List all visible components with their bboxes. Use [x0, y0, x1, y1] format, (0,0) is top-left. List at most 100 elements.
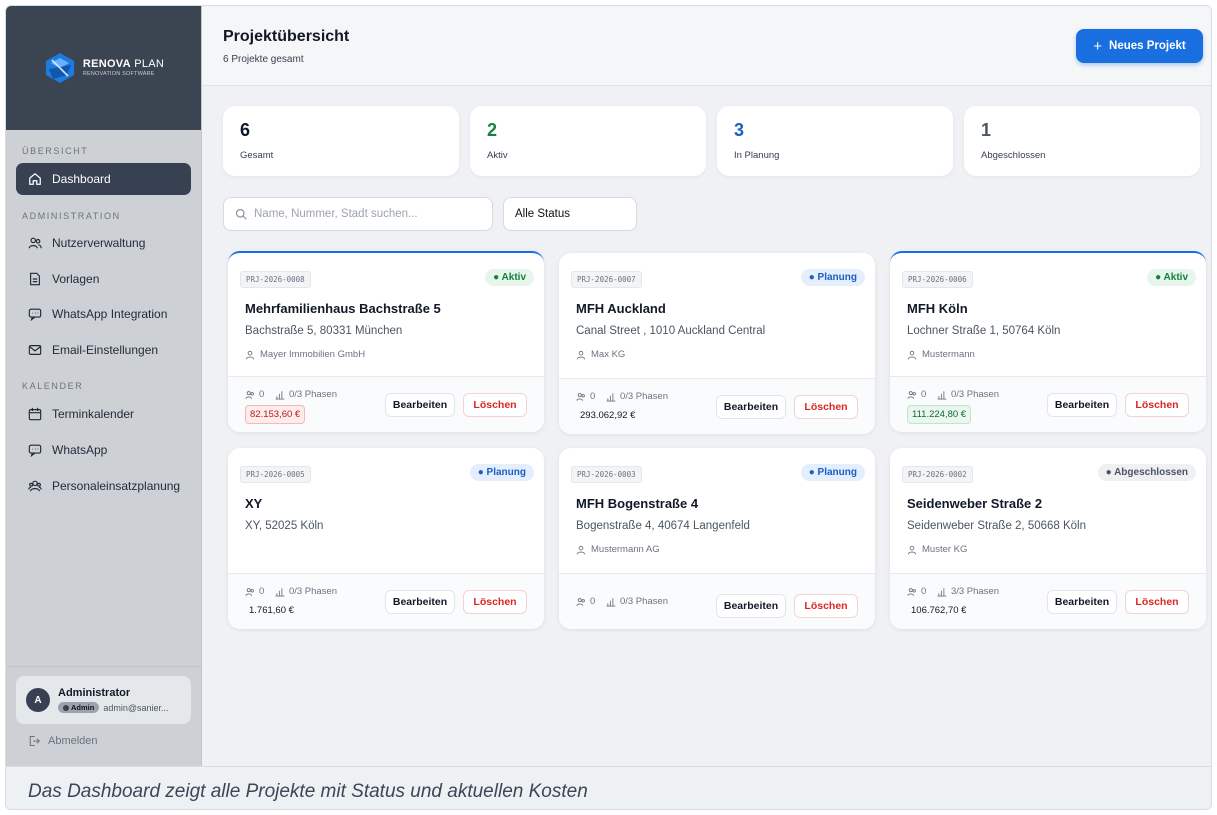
project-title: MFH Köln — [907, 301, 968, 316]
delete-button[interactable]: Löschen — [1125, 590, 1189, 614]
sidebar-item-terminkalender[interactable]: Terminkalender — [16, 398, 191, 430]
sidebar-item-label: Personaleinsatzplanung — [52, 479, 181, 493]
edit-button[interactable]: Bearbeiten — [716, 395, 786, 419]
topbar: Projektübersicht 6 Projekte gesamt + Neu… — [202, 6, 1211, 86]
card-footer: 0 0/3 Phasen 1.761,60 € Bearbeiten Lösch… — [228, 573, 544, 629]
project-meta: 0 0/3 Phasen — [576, 596, 668, 607]
project-card[interactable]: PRJ-2026-0007 ● Planung MFH Auckland Can… — [559, 253, 875, 434]
logout-icon — [29, 735, 40, 747]
user-icon — [576, 350, 586, 359]
sidebar-item-personaleinsatzplanung[interactable]: Personaleinsatzplanung — [16, 470, 191, 502]
user-icon — [907, 350, 917, 359]
section-label-administration: ADMINISTRATION — [22, 211, 121, 221]
project-meta: 0 0/3 Phasen — [245, 586, 337, 597]
app-frame: RENOVA PLAN RENOVATION SOFTWARE ÜBERSICH… — [5, 5, 1212, 810]
project-card[interactable]: PRJ-2026-0008 ● Aktiv Mehrfamilienhaus B… — [228, 251, 544, 432]
users-icon — [245, 587, 254, 596]
project-code: PRJ-2026-0007 — [571, 271, 642, 288]
caption: Das Dashboard zeigt alle Projekte mit St… — [28, 781, 588, 802]
project-card[interactable]: PRJ-2026-0003 ● Planung MFH Bogenstraße … — [559, 448, 875, 629]
users-icon — [245, 390, 254, 399]
edit-button[interactable]: Bearbeiten — [1047, 590, 1117, 614]
page-title: Projektübersicht — [223, 28, 350, 45]
delete-button[interactable]: Löschen — [463, 393, 527, 417]
project-card[interactable]: PRJ-2026-0002 ● Abgeschlossen Seidenwebe… — [890, 448, 1206, 629]
sidebar-item-email-einstellungen[interactable]: Email-Einstellungen — [16, 334, 191, 366]
stat-value: 3 — [734, 120, 745, 140]
users-icon — [907, 587, 916, 596]
sidebar-item-dashboard[interactable]: Dashboard — [16, 163, 191, 195]
mail-icon — [28, 345, 42, 355]
user-card[interactable]: A Administrator Admin admin@sanier... — [16, 676, 191, 724]
project-address: Bachstraße 5, 80331 München — [245, 325, 403, 337]
delete-button[interactable]: Löschen — [794, 594, 858, 618]
project-code: PRJ-2026-0006 — [902, 271, 973, 288]
project-title: MFH Auckland — [576, 301, 666, 316]
stat-label: Aktiv — [487, 150, 508, 161]
stat-value: 2 — [487, 120, 498, 140]
sidebar: RENOVA PLAN RENOVATION SOFTWARE ÜBERSICH… — [6, 6, 202, 766]
edit-button[interactable]: Bearbeiten — [716, 594, 786, 618]
stat-card-total: 6 Gesamt — [223, 106, 459, 176]
project-meta: 0 0/3 Phasen — [245, 389, 337, 400]
project-cost: 82.153,60 € — [245, 405, 306, 424]
sidebar-item-label: Terminkalender — [52, 407, 135, 421]
delete-button[interactable]: Löschen — [794, 395, 858, 419]
file-icon — [30, 272, 40, 286]
chat-icon — [28, 308, 42, 321]
main-content: Projektübersicht 6 Projekte gesamt + Neu… — [202, 6, 1211, 766]
sidebar-item-label: Dashboard — [52, 172, 111, 186]
project-meta: 0 0/3 Phasen — [907, 389, 999, 400]
brand-title: RENOVA PLAN — [82, 57, 165, 70]
bar-chart-icon — [275, 587, 285, 596]
chat-icon — [28, 444, 42, 457]
status-badge: ● Planung — [800, 464, 865, 481]
sidebar-item-nutzerverwaltung[interactable]: Nutzerverwaltung — [16, 227, 191, 259]
sidebar-item-label: WhatsApp — [52, 443, 108, 457]
new-project-button[interactable]: + Neues Projekt — [1076, 29, 1203, 63]
search-box[interactable] — [223, 197, 493, 231]
user-name: Administrator — [58, 687, 131, 699]
brand-subtitle: RENOVATION SOFTWARE — [82, 70, 155, 77]
project-address: XY, 52025 Köln — [245, 520, 324, 532]
bar-chart-icon — [937, 587, 947, 596]
logout-label: Abmelden — [48, 735, 98, 747]
project-client: Mayer Immobilien GmbH — [245, 349, 365, 360]
card-footer: 0 0/3 Phasen 82.153,60 € Bearbeiten Lösc… — [228, 376, 544, 432]
status-badge: ● Planung — [469, 464, 534, 481]
calendar-icon — [28, 407, 42, 421]
sidebar-item-label: Nutzerverwaltung — [52, 236, 146, 250]
users-icon — [907, 390, 916, 399]
project-client: Mustermann — [907, 349, 975, 360]
bar-chart-icon — [937, 390, 947, 399]
users-icon — [28, 237, 42, 249]
delete-button[interactable]: Löschen — [463, 590, 527, 614]
project-cost: 1.761,60 € — [249, 605, 294, 616]
delete-button[interactable]: Löschen — [1125, 393, 1189, 417]
sidebar-item-label: WhatsApp Integration — [52, 307, 168, 321]
sidebar-item-vorlagen[interactable]: Vorlagen — [16, 263, 191, 295]
status-filter-select[interactable]: Alle Status — [503, 197, 637, 231]
project-client: Muster KG — [907, 544, 967, 555]
stat-card-active: 2 Aktiv — [470, 106, 706, 176]
sidebar-item-whatsapp-integration[interactable]: WhatsApp Integration — [16, 298, 191, 330]
edit-button[interactable]: Bearbeiten — [385, 393, 455, 417]
project-address: Seidenweber Straße 2, 50668 Köln — [907, 520, 1087, 532]
edit-button[interactable]: Bearbeiten — [1047, 393, 1117, 417]
project-card[interactable]: PRJ-2026-0005 ● Planung XY XY, 52025 Köl… — [228, 448, 544, 629]
page-subtitle: 6 Projekte gesamt — [223, 54, 304, 65]
project-code: PRJ-2026-0002 — [902, 466, 973, 483]
logout-button[interactable]: Abmelden — [28, 735, 98, 747]
search-input[interactable] — [254, 208, 474, 220]
project-code: PRJ-2026-0003 — [571, 466, 642, 483]
project-card[interactable]: PRJ-2026-0006 ● Aktiv MFH Köln Lochner S… — [890, 251, 1206, 432]
home-icon — [29, 172, 41, 185]
project-address: Lochner Straße 1, 50764 Köln — [907, 325, 1061, 337]
avatar: A — [26, 688, 50, 712]
brand[interactable]: RENOVA PLAN RENOVATION SOFTWARE — [6, 6, 201, 130]
stat-card-planning: 3 In Planung — [717, 106, 953, 176]
edit-button[interactable]: Bearbeiten — [385, 590, 455, 614]
user-icon — [245, 350, 255, 359]
sidebar-item-whatsapp[interactable]: WhatsApp — [16, 434, 191, 466]
sidebar-item-label: Email-Einstellungen — [52, 343, 159, 357]
